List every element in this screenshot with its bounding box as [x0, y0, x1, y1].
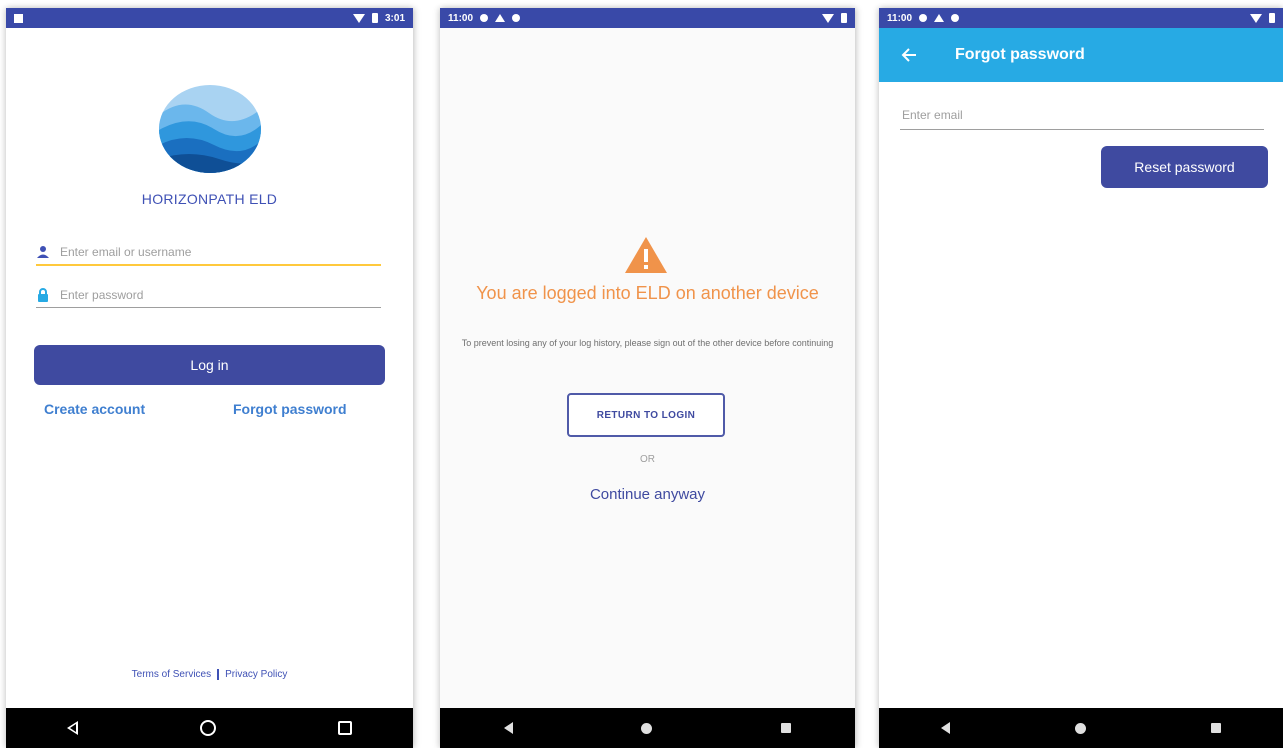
- divider: [217, 669, 220, 680]
- system-nav-bar: [879, 708, 1283, 748]
- password-field[interactable]: [36, 282, 381, 308]
- nav-home-icon[interactable]: [200, 720, 216, 736]
- email-input[interactable]: [900, 107, 1268, 123]
- footer-links: Terms of Services Privacy Policy: [6, 669, 413, 680]
- forgot-password-link[interactable]: Forgot password: [233, 401, 347, 417]
- alert-icon: [495, 14, 506, 22]
- status-bar: 11:00: [879, 8, 1283, 28]
- or-separator: OR: [640, 454, 655, 465]
- status-bar: 3:01: [6, 8, 413, 28]
- nav-back-icon[interactable]: [504, 722, 514, 734]
- nav-home-icon[interactable]: [641, 722, 653, 734]
- logged-elsewhere-screen: 11:00 You are logged into ELD on another…: [440, 8, 855, 748]
- system-nav-bar: [440, 708, 855, 748]
- login-button[interactable]: Log in: [34, 345, 385, 385]
- forgot-password-screen: 11:00 Forgot password Reset password: [879, 8, 1283, 748]
- nav-home-icon[interactable]: [1074, 722, 1086, 734]
- create-account-link[interactable]: Create account: [44, 401, 145, 417]
- privacy-link[interactable]: Privacy Policy: [225, 669, 287, 680]
- battery-icon: [371, 13, 378, 23]
- email-input[interactable]: [58, 244, 381, 260]
- app-name: HORIZONPATH ELD: [141, 191, 278, 207]
- wifi-icon: [1250, 13, 1262, 23]
- app-logo: [159, 85, 261, 173]
- alert-icon: [934, 14, 945, 22]
- signal-icon: [352, 13, 365, 23]
- app-bar: Forgot password: [879, 28, 1283, 82]
- nav-recents-icon[interactable]: [780, 723, 791, 733]
- sync-icon: [951, 14, 960, 22]
- nav-back-icon[interactable]: [941, 722, 951, 734]
- status-time: 11:00: [448, 12, 474, 24]
- return-to-login-button[interactable]: RETURN TO LOGIN: [567, 393, 725, 437]
- terms-link[interactable]: Terms of Services: [132, 669, 211, 680]
- nav-back-icon[interactable]: [67, 721, 78, 735]
- nav-recents-icon[interactable]: [338, 721, 352, 735]
- email-field[interactable]: [36, 240, 381, 266]
- settings-icon: [919, 14, 928, 22]
- wifi-icon: [822, 13, 834, 23]
- sync-icon: [512, 14, 521, 22]
- status-time: 3:01: [384, 12, 405, 24]
- battery-icon: [841, 13, 847, 23]
- notification-icon: [14, 13, 23, 23]
- lock-icon: [36, 287, 50, 302]
- nav-recents-icon[interactable]: [1210, 723, 1221, 733]
- user-icon: [36, 245, 50, 259]
- page-title: Forgot password: [955, 46, 1085, 63]
- reset-password-button[interactable]: Reset password: [1101, 146, 1268, 188]
- settings-icon: [480, 14, 489, 22]
- warning-icon: [624, 236, 668, 279]
- system-nav-bar: [6, 708, 413, 748]
- battery-icon: [1269, 13, 1275, 23]
- status-time: 11:00: [887, 12, 913, 24]
- back-arrow-icon[interactable]: [901, 44, 923, 66]
- warning-title: You are logged into ELD on another devic…: [476, 283, 819, 303]
- login-screen: 3:01 HORIZONPATH ELD Log in Create accou…: [6, 8, 413, 748]
- status-bar: 11:00: [440, 8, 855, 28]
- password-input[interactable]: [58, 286, 381, 303]
- warning-subtitle: To prevent losing any of your log histor…: [461, 338, 834, 348]
- continue-anyway-link[interactable]: Continue anyway: [440, 486, 855, 503]
- email-field[interactable]: [900, 106, 1268, 130]
